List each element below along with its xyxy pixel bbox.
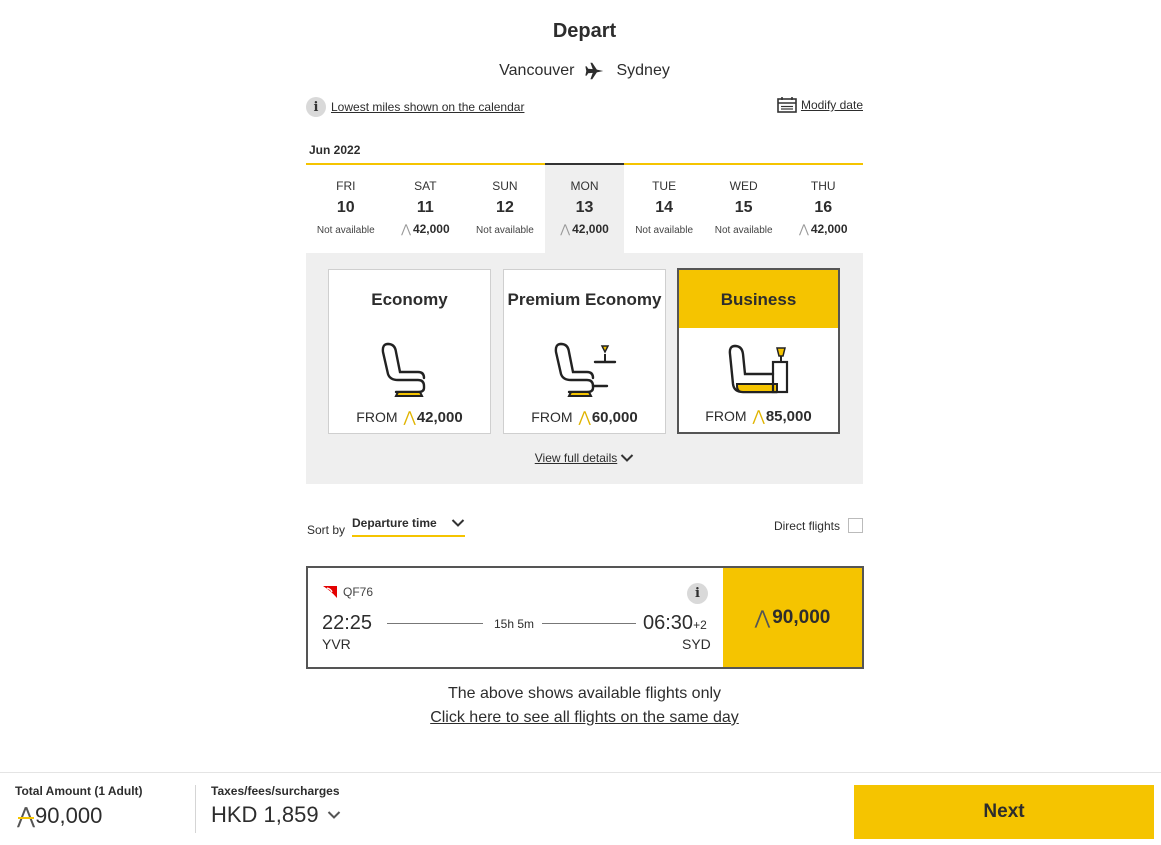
availability-text: Not available: [714, 225, 773, 236]
chevron-down-icon: [327, 811, 340, 819]
miles-icon: ⋀: [754, 606, 771, 629]
miles-price: ⋀ 42,000: [401, 222, 450, 236]
see-all-flights-link[interactable]: Click here to see all flights on the sam…: [430, 709, 739, 726]
sort-label: Sort by: [307, 523, 346, 537]
cabin-card-business[interactable]: Business FROM ⋀ 85,000: [677, 268, 840, 434]
from-price: FROM ⋀ 60,000: [531, 408, 638, 426]
cabin-card-economy[interactable]: Economy FROM ⋀ 42,000: [328, 269, 491, 434]
sort-control: Sort by Departure time: [307, 516, 466, 537]
origin-city: Vancouver: [499, 62, 575, 79]
view-full-details-link[interactable]: View full details: [535, 451, 618, 465]
premium-seat-icon: [554, 342, 616, 397]
from-price: FROM ⋀ 42,000: [356, 408, 463, 426]
plane-icon: [585, 62, 604, 80]
cabin-name: Economy: [371, 289, 448, 309]
flight-price[interactable]: ⋀ 90,000: [723, 568, 862, 667]
qantas-logo-icon: [323, 586, 337, 598]
cabin-card-premium-economy[interactable]: Premium Economy FROM ⋀ 60,000: [503, 269, 666, 434]
direct-flights-checkbox[interactable]: [848, 518, 863, 533]
calendar-month: Jun 2022: [309, 143, 361, 157]
date-cell[interactable]: TUE 14 Not available: [624, 165, 704, 253]
cabin-selector: Economy FROM ⋀ 42,000 Premium Economy FR…: [306, 253, 863, 484]
date-cell[interactable]: WED 15 Not available: [704, 165, 784, 253]
tax-amount[interactable]: HKD 1,859: [211, 802, 341, 828]
chevron-down-icon: [451, 519, 465, 527]
calendar-note-link[interactable]: Lowest miles shown on the calendar: [331, 100, 524, 114]
tax-label: Taxes/fees/surcharges: [211, 784, 340, 798]
divider: [195, 785, 196, 833]
depart-time: 22:25: [322, 612, 373, 634]
flight-info-icon[interactable]: i: [687, 583, 708, 604]
availability-note: The above shows available flights only: [447, 685, 722, 702]
miles-icon: ⋀: [752, 407, 765, 425]
info-icon: i: [306, 97, 326, 117]
see-all-flights: Click here to see all flights on the sam…: [306, 709, 863, 727]
cabin-name: Business: [679, 270, 838, 328]
view-full-details[interactable]: View full details: [306, 451, 863, 465]
economy-seat-icon: [381, 342, 425, 397]
destination-city: Sydney: [616, 62, 670, 79]
info-row: i Lowest miles shown on the calendar Mod…: [306, 97, 863, 119]
direct-flights-label: Direct flights: [773, 518, 840, 533]
arrive-airport: SYD: [682, 636, 711, 652]
footer-bar: Total Amount (1 Adult) ⋀ 90,000 Taxes/fe…: [0, 772, 1161, 845]
day-offset: +2: [693, 618, 707, 632]
miles-icon: ⋀: [17, 803, 36, 829]
from-price: FROM ⋀ 85,000: [705, 407, 812, 425]
total-amount: ⋀ 90,000: [17, 803, 103, 829]
sort-dropdown[interactable]: Departure time: [352, 516, 466, 537]
route-line: [387, 623, 483, 624]
flight-number: QF76: [322, 585, 373, 599]
date-cell-selected[interactable]: MON 13 ⋀ 42,000: [544, 163, 625, 253]
calendar-note[interactable]: i Lowest miles shown on the calendar: [306, 97, 524, 117]
miles-icon: ⋀: [403, 408, 416, 426]
availability-text: Not available: [476, 225, 534, 236]
business-seat-icon: [728, 344, 788, 394]
flight-card[interactable]: QF76 i 22:25 YVR 15h 5m 06:30+2 SYD ⋀ 90…: [306, 566, 864, 669]
miles-icon: ⋀: [798, 222, 809, 236]
miles-icon: ⋀: [578, 408, 591, 426]
miles-price: ⋀ 42,000: [560, 222, 609, 236]
total-label: Total Amount (1 Adult): [15, 784, 143, 798]
date-cell[interactable]: THU 16 ⋀ 42,000: [783, 165, 863, 253]
modify-date-link[interactable]: Modify date: [801, 98, 863, 112]
flight-duration: 15h 5m: [494, 617, 535, 631]
availability-text: Not available: [635, 225, 693, 236]
page-title: Depart: [552, 20, 617, 42]
miles-price: ⋀ 42,000: [798, 222, 848, 236]
depart-airport: YVR: [322, 636, 351, 652]
miles-icon: ⋀: [401, 222, 411, 236]
next-button[interactable]: Next: [854, 785, 1154, 839]
route: Vancouver Sydney: [306, 60, 863, 82]
date-strip: FRI 10 Not available SAT 11 ⋀ 42,000 SUN …: [306, 163, 863, 253]
route-line: [542, 623, 636, 624]
availability-text: Not available: [316, 225, 375, 236]
miles-icon: ⋀: [560, 222, 571, 236]
calendar-icon: [777, 97, 797, 113]
date-cell[interactable]: SAT 11 ⋀ 42,000: [386, 165, 466, 253]
cabin-name: Premium Economy: [507, 289, 662, 309]
arrive-time: 06:30+2: [643, 612, 707, 634]
direct-flights-filter[interactable]: Direct flights: [774, 518, 863, 533]
modify-date[interactable]: Modify date: [777, 97, 863, 113]
date-cell[interactable]: SUN 12 Not available: [465, 165, 545, 253]
date-cell[interactable]: FRI 10 Not available: [306, 165, 386, 253]
chevron-down-icon: [621, 454, 634, 462]
